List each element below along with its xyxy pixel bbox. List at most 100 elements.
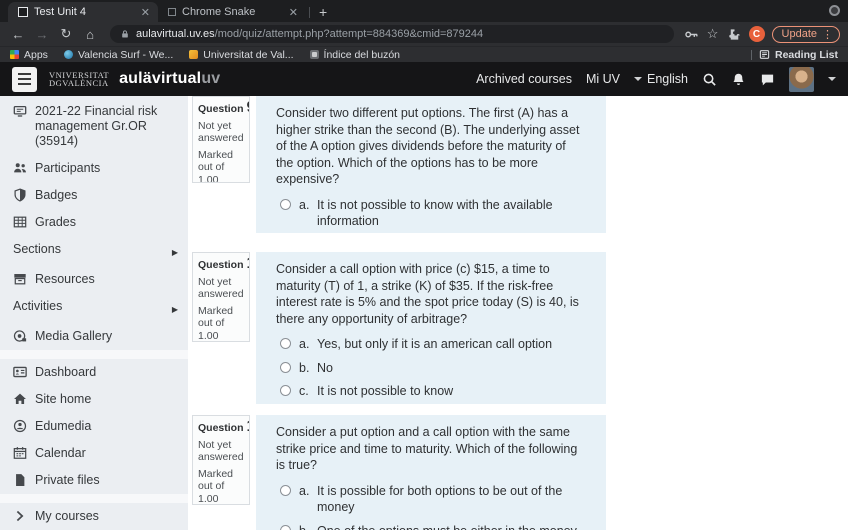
apps-grid-icon	[10, 50, 19, 59]
browser-toolbar: ← → ↻ ⌂ aulavirtual.uv.es/mod/quiz/attem…	[0, 22, 848, 46]
sidebar-item-label: Dashboard	[35, 365, 96, 379]
hamburger-menu-button[interactable]	[12, 67, 37, 92]
language-menu[interactable]: English	[634, 72, 688, 86]
user-avatar[interactable]	[789, 67, 814, 92]
browser-chrome: Test Unit 4 ✕ Chrome Snake ✕ + ← → ↻ ⌂ a…	[0, 0, 848, 62]
sidebar-item-sections[interactable]: Sections▶	[0, 236, 188, 266]
bookmark-item[interactable]: Universitat de Val...	[189, 49, 293, 61]
option-letter: c.	[299, 383, 317, 400]
messages-chat-icon[interactable]	[760, 72, 775, 87]
sidebar-item-grades[interactable]: Grades	[0, 209, 188, 236]
new-tab-button[interactable]: +	[319, 4, 327, 20]
globe-blue-icon	[64, 50, 73, 59]
password-key-icon[interactable]	[684, 27, 699, 42]
tab-chrome-snake[interactable]: Chrome Snake ✕	[158, 2, 306, 22]
answer-option-a[interactable]: a.It is possible for both options to be …	[276, 483, 580, 516]
bookmark-star-icon[interactable]: ☆	[703, 26, 723, 42]
sidebar-item-private-files[interactable]: Private files	[0, 467, 188, 494]
sidebar-item-badges[interactable]: Badges	[0, 182, 188, 209]
brand-suffix: uv	[201, 70, 220, 87]
site-header: Vniversitat dgValència aulävirtualuv Arc…	[0, 62, 848, 96]
option-letter: a.	[299, 336, 317, 353]
sidebar-item-label: Grades	[35, 215, 76, 229]
sidebar-item-dashboard[interactable]: Dashboard	[0, 359, 188, 386]
answer-option-a[interactable]: a.Yes, but only if it is an american cal…	[276, 336, 580, 353]
sidebar-item-media-gallery[interactable]: Media Gallery	[0, 323, 188, 350]
question-content: Consider a put option and a call option …	[256, 415, 606, 530]
sidebar-item-edumedia[interactable]: Edumedia	[0, 413, 188, 440]
lock-icon	[120, 29, 130, 39]
sidebar-item-activities[interactable]: Activities▶	[0, 293, 188, 323]
home-button[interactable]: ⌂	[80, 27, 100, 42]
option-letter: a.	[299, 197, 317, 214]
back-button[interactable]: ←	[8, 27, 28, 42]
browser-profile-avatar[interactable]: C	[749, 26, 765, 42]
sidebar-item-participants[interactable]: Participants	[0, 155, 188, 182]
option-text: Yes, but only if it is an american call …	[317, 336, 580, 353]
bookmark-item[interactable]: Valencia Surf - We...	[64, 49, 173, 61]
option-letter: b.	[299, 523, 317, 530]
media-controls-icon[interactable]	[829, 5, 840, 16]
radio-button[interactable]	[280, 199, 291, 210]
question-number: 9	[247, 99, 250, 116]
reload-button[interactable]: ↻	[56, 26, 76, 42]
notifications-bell-icon[interactable]	[731, 72, 746, 87]
radio-button[interactable]	[280, 385, 291, 396]
answer-option-b[interactable]: b.One of the options must be either in t…	[276, 523, 580, 530]
sidebar-item-my-courses[interactable]: My courses	[0, 503, 188, 530]
sidebar-item-site-home[interactable]: Site home	[0, 386, 188, 413]
option-text: One of the options must be either in the…	[317, 523, 580, 530]
sidebar-item-label: Private files	[35, 473, 100, 487]
sidebar-item-label: Sections	[13, 242, 61, 256]
question-9: Question9Not yet answeredMarked out of 1…	[192, 96, 848, 233]
sidebar-item-resources[interactable]: Resources	[0, 266, 188, 293]
question-number: 10	[247, 255, 250, 272]
sidebar-item-label: 2021-22 Financial risk management Gr.OR …	[35, 104, 157, 148]
sidebar-item-label: My courses	[35, 509, 99, 523]
bookmark-label: Apps	[24, 49, 48, 61]
tab-strip: Test Unit 4 ✕ Chrome Snake ✕ +	[0, 0, 848, 22]
sidebar-item-calendar[interactable]: Calendar	[0, 440, 188, 467]
bookmark-label: Índice del buzón	[324, 49, 400, 61]
extensions-puzzle-icon[interactable]	[727, 27, 742, 42]
bookmarks-bar: Apps Valencia Surf - We... Universitat de …	[0, 46, 848, 62]
bookmark-item[interactable]: Apps	[10, 49, 48, 61]
user-menu-chevron-icon[interactable]	[828, 77, 836, 81]
nav-mi-uv[interactable]: Mi UV	[586, 72, 620, 86]
question-content: Consider two different put options. The …	[256, 96, 606, 233]
uv-logo[interactable]: Vniversitat dgValència	[49, 71, 109, 88]
radio-button[interactable]	[280, 338, 291, 349]
sidebar-item-2021-22-financial-risk-managem[interactable]: 2021-22 Financial risk management Gr.OR …	[0, 98, 188, 155]
sidebar-item-label: Calendar	[35, 446, 86, 460]
question-10: Question10Not yet answeredMarked out of …	[192, 252, 848, 404]
answer-option-a[interactable]: a.It is not possible to know with the av…	[276, 197, 580, 230]
option-text: It is not possible to know with the avai…	[317, 197, 580, 230]
question-word: Question	[198, 422, 244, 434]
answer-option-c[interactable]: c.It is not possible to know	[276, 383, 580, 400]
uv-favicon	[18, 7, 28, 17]
forward-button[interactable]: →	[32, 27, 52, 42]
question-marks: Marked out of 1.00	[198, 468, 244, 506]
close-tab-icon[interactable]: ✕	[141, 6, 150, 19]
radio-button[interactable]	[280, 362, 291, 373]
bookmark-item[interactable]: Índice del buzón	[310, 49, 400, 61]
sidebar-group: My coursesCurrent course filter: AllChan…	[0, 503, 188, 530]
reading-list-button[interactable]: Reading List	[759, 49, 838, 61]
tab-test-unit-4[interactable]: Test Unit 4 ✕	[8, 2, 158, 22]
update-label: Update	[782, 28, 817, 40]
reading-list-icon	[759, 49, 770, 60]
language-label: English	[647, 72, 688, 86]
nav-archived-courses[interactable]: Archived courses	[476, 72, 572, 86]
quiz-main: Question9Not yet answeredMarked out of 1…	[188, 96, 848, 530]
radio-button[interactable]	[280, 485, 291, 496]
url-bar[interactable]: aulavirtual.uv.es/mod/quiz/attempt.php?a…	[110, 25, 674, 43]
answer-option-b[interactable]: b.No	[276, 360, 580, 377]
edumedia-icon	[13, 419, 27, 433]
close-tab-icon[interactable]: ✕	[289, 6, 298, 19]
chrome-update-button[interactable]: Update ⋮	[772, 26, 840, 43]
search-icon[interactable]	[702, 72, 717, 87]
aulavirtual-brand[interactable]: aulävirtualuv	[119, 70, 220, 88]
radio-button[interactable]	[280, 525, 291, 530]
question-text: Consider two different put options. The …	[276, 105, 580, 188]
course-icon	[13, 104, 27, 118]
